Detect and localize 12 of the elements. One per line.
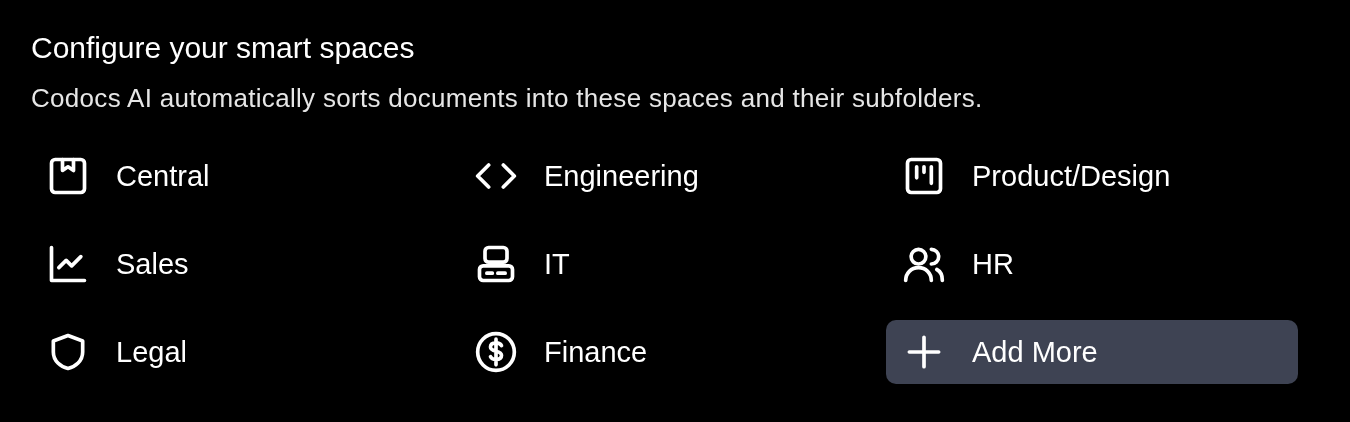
space-item[interactable]: HR <box>886 232 1298 296</box>
space-item[interactable]: Legal <box>30 320 442 384</box>
add-more-button[interactable]: Add More <box>886 320 1298 384</box>
space-item[interactable]: Central <box>30 144 442 208</box>
dollar-circle-icon <box>474 330 518 374</box>
space-item[interactable]: Engineering <box>458 144 870 208</box>
space-item[interactable]: Sales <box>30 232 442 296</box>
description: Codocs AI automatically sorts documents into these spaces and their subfolders. <box>31 82 984 115</box>
space-item[interactable]: Product/Design <box>886 144 1298 208</box>
space-item[interactable]: Finance <box>458 320 870 384</box>
space-item[interactable]: IT <box>458 232 870 296</box>
heading: Configure your smart spaces <box>31 30 416 66</box>
